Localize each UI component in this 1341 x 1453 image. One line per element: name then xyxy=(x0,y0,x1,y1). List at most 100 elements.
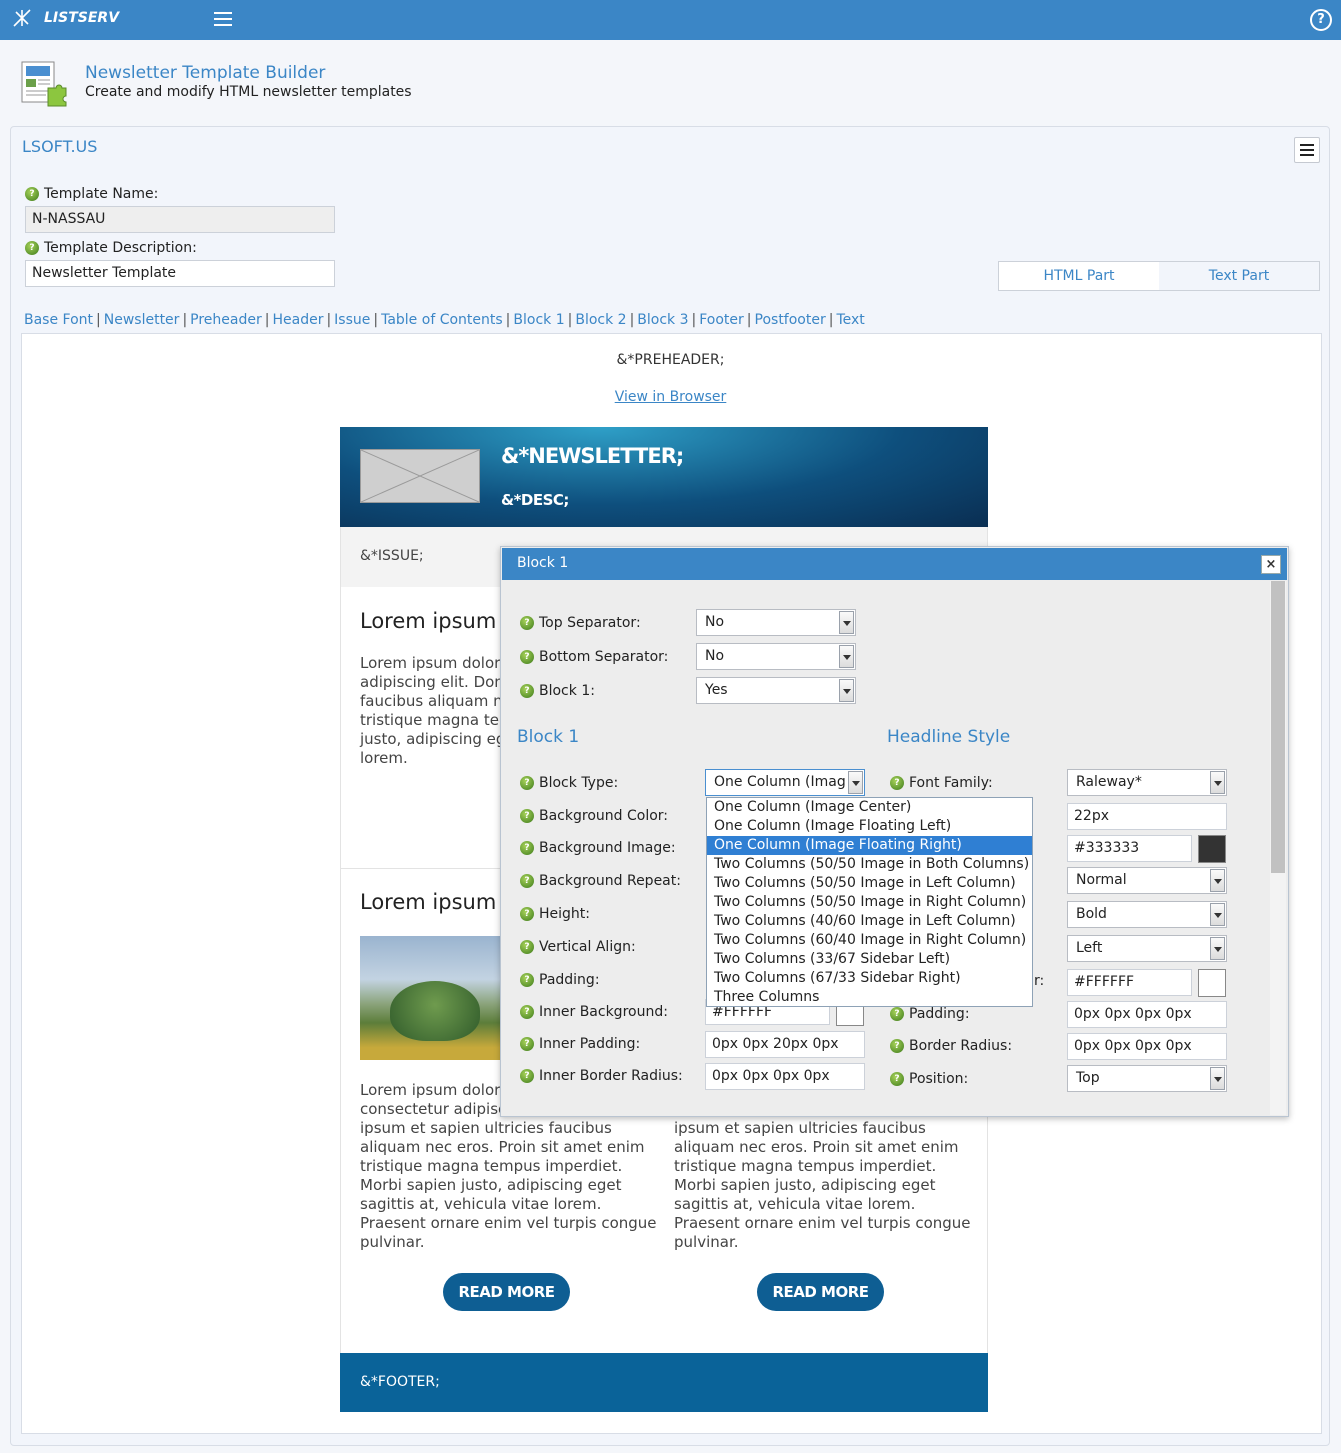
help-question-icon[interactable]: ? xyxy=(890,1039,904,1053)
nav-postfooter[interactable]: Postfooter xyxy=(755,312,826,328)
block-type-option[interactable]: Two Columns (50/50 Image in Both Columns… xyxy=(707,855,1032,874)
help-question-icon[interactable]: ? xyxy=(520,684,534,698)
block-type-option[interactable]: One Column (Image Center) xyxy=(707,798,1032,817)
block-type-option[interactable]: One Column (Image Floating Left) xyxy=(707,817,1032,836)
help-question-icon[interactable]: ? xyxy=(520,616,534,630)
template-description-field[interactable]: Newsletter Template xyxy=(25,260,335,287)
inner-padding-input[interactable]: 0px 0px 20px 0px xyxy=(705,1031,865,1058)
hamburger-menu-icon[interactable] xyxy=(214,12,232,28)
help-question-icon[interactable]: ? xyxy=(520,1005,534,1019)
dialog-titlebar[interactable] xyxy=(502,548,1287,580)
help-question-icon[interactable]: ? xyxy=(520,874,534,888)
padding-label: ? Padding: xyxy=(520,972,600,988)
block1-text: Lorem ipsum dolor adipiscing elit. Don fau… xyxy=(360,654,506,767)
chevron-down-icon xyxy=(1210,937,1225,960)
help-question-icon[interactable]: ? xyxy=(520,907,534,921)
top-bar xyxy=(0,0,1341,40)
headline-padding-input[interactable]: 0px 0px 0px 0px xyxy=(1067,1001,1227,1028)
help-question-icon[interactable]: ? xyxy=(890,1072,904,1086)
nav-preheader[interactable]: Preheader xyxy=(190,312,262,328)
headline-bg-color-swatch[interactable] xyxy=(1198,969,1226,997)
block-type-option[interactable]: One Column (Image Floating Right) xyxy=(707,836,1032,855)
nav-issue[interactable]: Issue xyxy=(334,312,370,328)
section-headline-style-title: Headline Style xyxy=(887,727,1011,747)
chevron-down-icon xyxy=(1210,771,1225,794)
nav-block-3[interactable]: Block 3 xyxy=(637,312,688,328)
block2-heading: Lorem ipsum xyxy=(360,890,497,914)
help-question-icon[interactable]: ? xyxy=(890,1007,904,1021)
panel-menu-button[interactable] xyxy=(1294,137,1320,163)
page-title: Newsletter Template Builder xyxy=(85,63,326,83)
inner-background-label: ? Inner Background: xyxy=(520,1004,668,1020)
read-more-button[interactable]: READ MORE xyxy=(443,1273,570,1311)
border-radius-input[interactable]: 0px 0px 0px 0px xyxy=(1067,1033,1227,1060)
help-question-icon[interactable]: ? xyxy=(890,776,904,790)
help-question-icon[interactable]: ? xyxy=(520,1037,534,1051)
block-type-option[interactable]: Two Columns (40/60 Image in Left Column) xyxy=(707,912,1032,931)
headline-bg-color-input[interactable]: #FFFFFF xyxy=(1067,969,1192,996)
height-label: ? Height: xyxy=(520,906,590,922)
nav-text[interactable]: Text xyxy=(836,312,864,328)
help-question-icon[interactable]: ? xyxy=(520,940,534,954)
block-type-option[interactable]: Two Columns (67/33 Sidebar Right) xyxy=(707,969,1032,988)
block-type-select[interactable]: One Column (Imag xyxy=(705,769,865,796)
help-question-icon[interactable]: ? xyxy=(25,187,39,201)
close-icon[interactable]: × xyxy=(1261,555,1281,574)
text-align-select[interactable]: Left xyxy=(1067,935,1227,962)
help-question-icon[interactable]: ? xyxy=(520,973,534,987)
font-color-swatch[interactable] xyxy=(1198,835,1226,863)
issue-text: &*ISSUE; xyxy=(360,548,424,564)
chevron-down-icon xyxy=(839,611,854,634)
block-type-option[interactable]: Two Columns (33/67 Sidebar Left) xyxy=(707,950,1032,969)
help-question-icon[interactable]: ? xyxy=(520,809,534,823)
font-size-input[interactable]: 22px xyxy=(1067,803,1227,830)
template-name-label: ? Template Name: xyxy=(25,186,158,202)
view-in-browser-link[interactable]: View in Browser xyxy=(615,389,727,405)
top-separator-select[interactable]: No xyxy=(696,609,856,636)
preheader-text: &*PREHEADER; xyxy=(616,352,725,368)
help-question-icon[interactable]: ? xyxy=(520,841,534,855)
chevron-down-icon xyxy=(848,771,863,794)
nav-block-2[interactable]: Block 2 xyxy=(575,312,626,328)
page-subtitle: Create and modify HTML newsletter templa… xyxy=(85,84,412,100)
block2-image xyxy=(360,936,500,1060)
font-family-select[interactable]: Raleway* xyxy=(1067,769,1227,796)
brand[interactable]: LISTSERV xyxy=(12,8,119,28)
position-select[interactable]: Top xyxy=(1067,1065,1227,1092)
block1-toggle-select[interactable]: Yes xyxy=(696,677,856,704)
help-icon[interactable]: ? xyxy=(1310,9,1332,31)
nav-header[interactable]: Header xyxy=(272,312,323,328)
read-more-button[interactable]: READ MORE xyxy=(757,1273,884,1311)
block-type-option[interactable]: Two Columns (50/50 Image in Right Column… xyxy=(707,893,1032,912)
help-question-icon[interactable]: ? xyxy=(25,241,39,255)
help-question-icon[interactable]: ? xyxy=(520,650,534,664)
top-separator-label: ? Top Separator: xyxy=(520,615,641,631)
bottom-separator-select[interactable]: No xyxy=(696,643,856,670)
headline-padding-label: ? Padding: xyxy=(890,1006,970,1022)
chevron-down-icon xyxy=(1210,1067,1225,1090)
part-toggle: HTML Part Text Part xyxy=(998,261,1320,291)
block-type-option[interactable]: Two Columns (50/50 Image in Left Column) xyxy=(707,874,1032,893)
tab-text-part[interactable]: Text Part xyxy=(1159,262,1319,290)
block1-toggle-label: ? Block 1: xyxy=(520,683,595,699)
nav-block-1[interactable]: Block 1 xyxy=(513,312,564,328)
template-name-field[interactable]: N-NASSAU xyxy=(25,206,335,233)
help-question-icon[interactable]: ? xyxy=(520,776,534,790)
tab-html-part[interactable]: HTML Part xyxy=(999,262,1159,290)
help-question-icon[interactable]: ? xyxy=(520,1069,534,1083)
nav-newsletter[interactable]: Newsletter xyxy=(104,312,180,328)
inner-padding-label: ? Inner Padding: xyxy=(520,1036,640,1052)
inner-border-radius-input[interactable]: 0px 0px 0px 0px xyxy=(705,1063,865,1090)
font-color-input[interactable]: #333333 xyxy=(1067,835,1192,862)
font-weight-select[interactable]: Bold xyxy=(1067,901,1227,928)
nav-base-font[interactable]: Base Font xyxy=(24,312,93,328)
nav-footer[interactable]: Footer xyxy=(699,312,744,328)
section-nav: Base Font | Newsletter | Preheader | Header | Is… xyxy=(24,312,865,328)
chevron-down-icon xyxy=(1210,869,1225,892)
dialog-scrollbar-thumb[interactable] xyxy=(1271,581,1285,873)
block-divider xyxy=(341,868,501,869)
block-type-option[interactable]: Two Columns (60/40 Image in Right Column… xyxy=(707,931,1032,950)
block-type-option[interactable]: Three Columns xyxy=(707,988,1032,1007)
nav-table-of-contents[interactable]: Table of Contents xyxy=(381,312,503,328)
font-style-select[interactable]: Normal xyxy=(1067,867,1227,894)
